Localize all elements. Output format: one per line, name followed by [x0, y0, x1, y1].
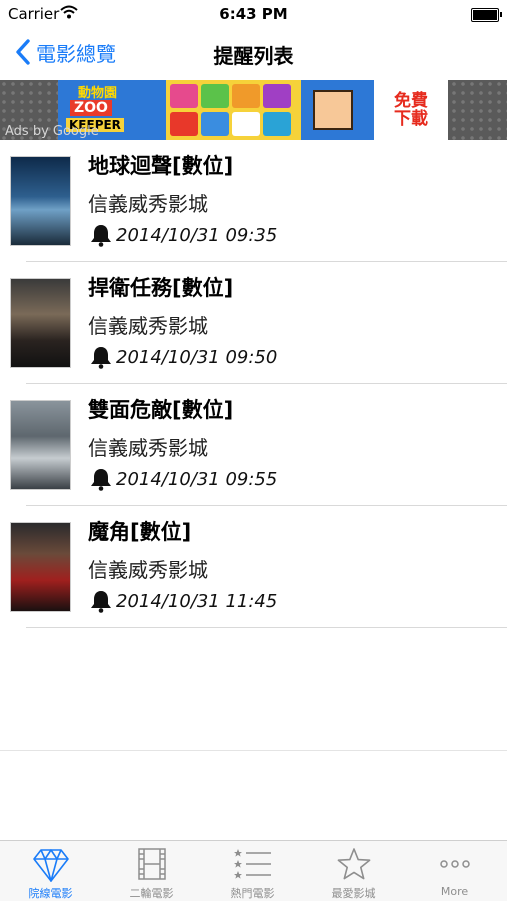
list-divider: [0, 750, 507, 751]
more-dots-icon: [439, 860, 470, 868]
showtime-text: 2014/10/31 09:55: [116, 468, 278, 490]
showtime: 2014/10/31 09:50: [88, 344, 277, 370]
theater-name: 信義威秀影城: [88, 192, 208, 216]
page-title: 提醒列表: [213, 44, 294, 68]
tab-label: 院線電影: [28, 887, 73, 900]
ad-creative[interactable]: 動物園 ZOO KEEPER 免費下載: [58, 80, 448, 140]
ranked-list-icon: [233, 849, 271, 879]
list-item[interactable]: 雙面危敵[數位] 信義威秀影城 2014/10/31 09:55: [0, 384, 507, 506]
tab-now-showing[interactable]: 院線電影: [0, 841, 101, 901]
tab-second-run[interactable]: 二輪電影: [101, 841, 202, 901]
clock: 6:43 PM: [219, 5, 288, 23]
list-item[interactable]: 地球迴聲[數位] 信義威秀影城 2014/10/31 09:35: [0, 140, 507, 262]
ad-download-badge: 免費下載: [374, 80, 448, 140]
movie-poster: [10, 278, 71, 368]
battery-icon: [471, 8, 502, 22]
ad-animal-tiles: [166, 80, 301, 140]
tab-label: 二輪電影: [129, 887, 174, 900]
tab-bar: 院線電影 二輪電影 熱門電影 最愛影城 More: [0, 840, 507, 901]
list-item[interactable]: 捍衛任務[數位] 信義威秀影城 2014/10/31 09:50: [0, 262, 507, 384]
tab-label: More: [440, 885, 469, 898]
status-bar: Carrier 6:43 PM: [0, 0, 507, 28]
film-icon: [137, 848, 166, 880]
tab-favorite-theaters[interactable]: 最愛影城: [303, 841, 404, 901]
bell-icon: [91, 225, 111, 247]
row-divider: [26, 627, 507, 628]
tab-more[interactable]: More: [404, 841, 505, 901]
tab-label: 最愛影城: [331, 887, 376, 900]
star-icon: [337, 848, 370, 880]
bell-icon: [91, 591, 111, 613]
ad-logo-text: 動物園: [78, 86, 118, 101]
ad-character: [301, 80, 374, 140]
theater-name: 信義威秀影城: [88, 436, 208, 460]
movie-title: 地球迴聲[數位]: [88, 154, 234, 178]
showtime: 2014/10/31 09:35: [88, 222, 277, 248]
movie-title: 雙面危敵[數位]: [88, 398, 234, 422]
showtime: 2014/10/31 11:45: [88, 588, 277, 614]
tab-label: 熱門電影: [230, 887, 275, 900]
movie-poster: [10, 400, 71, 490]
navigation-bar: 電影總覽 提醒列表: [0, 28, 507, 78]
diamond-icon: [32, 849, 69, 882]
ad-badge-text: 免費下載: [394, 91, 428, 129]
tab-popular[interactable]: 熱門電影: [202, 841, 303, 901]
movie-title: 捍衛任務[數位]: [88, 276, 234, 300]
reminder-list: 地球迴聲[數位] 信義威秀影城 2014/10/31 09:35 捍衛任務[數位…: [0, 140, 507, 628]
theater-name: 信義威秀影城: [88, 314, 208, 338]
ad-banner[interactable]: 動物園 ZOO KEEPER 免費下載 Ads by Google: [0, 80, 507, 140]
theater-name: 信義威秀影城: [88, 558, 208, 582]
showtime-text: 2014/10/31 11:45: [116, 590, 278, 612]
ad-logo-zoo: ZOO: [70, 100, 112, 116]
movie-title: 魔角[數位]: [88, 520, 192, 544]
list-item[interactable]: 魔角[數位] 信義威秀影城 2014/10/31 11:45: [0, 506, 507, 628]
ads-by-google-label: Ads by Google: [5, 124, 99, 139]
bell-icon: [91, 469, 111, 491]
showtime-text: 2014/10/31 09:50: [116, 346, 278, 368]
showtime: 2014/10/31 09:55: [88, 466, 277, 492]
movie-poster: [10, 156, 71, 246]
showtime-text: 2014/10/31 09:35: [116, 224, 278, 246]
movie-poster: [10, 522, 71, 612]
bell-icon: [91, 347, 111, 369]
